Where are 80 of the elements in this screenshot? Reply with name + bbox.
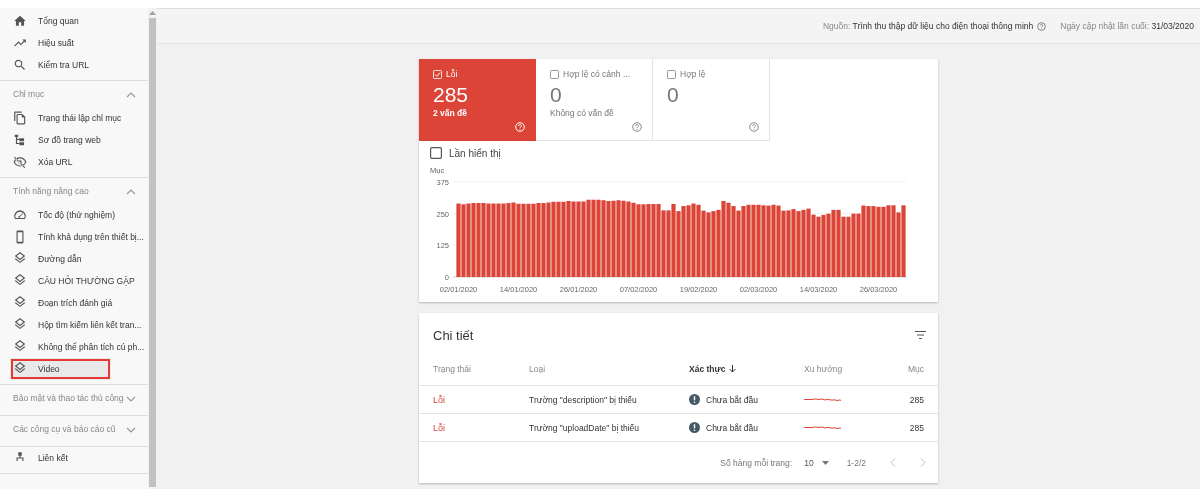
sidebar-item[interactable]: Video — [10, 358, 111, 380]
rows-per-page-label: Số hàng mỗi trang: — [720, 457, 793, 468]
scroll-up-arrow-icon[interactable] — [149, 10, 156, 16]
trend-sparkline — [804, 425, 841, 430]
card-value: 0 — [667, 84, 680, 106]
exclamation-icon — [689, 422, 700, 433]
caret-down-icon — [821, 460, 829, 465]
sidebar-item[interactable]: Xóa URL — [0, 151, 148, 173]
sidebar-item[interactable]: Hộp tìm kiếm liên kết tran... — [0, 314, 148, 336]
sitemap-icon — [13, 133, 27, 147]
source-text: Nguồn: Trình thu thập dữ liệu cho điện thoại thông minh — [822, 21, 1034, 31]
help-icon[interactable] — [1037, 21, 1047, 31]
rows-per-page-dropdown[interactable]: 10 — [804, 457, 829, 468]
sidebar-item[interactable]: Liên kết — [0, 447, 148, 469]
scrollbar[interactable] — [148, 8, 157, 489]
last-updated-text: Ngày cập nhật lần cuối: 31/03/2020 — [1060, 21, 1194, 31]
status-cell-text: Lỗi — [433, 422, 446, 433]
eye-off-icon — [13, 155, 27, 169]
column-header[interactable]: Mục — [907, 364, 924, 374]
column-header[interactable]: Trạng thái — [433, 364, 529, 374]
card-label: Hợp lệ — [680, 69, 706, 79]
layers-icon — [13, 340, 27, 354]
sidebar-item[interactable]: Hiệu suất — [0, 32, 148, 54]
help-icon[interactable] — [749, 122, 759, 132]
card-label: Hợp lệ có cảnh ... — [563, 69, 630, 79]
column-header[interactable]: Xác thực — [689, 364, 804, 374]
sidebar-item[interactable]: Đường dẫn — [0, 248, 148, 270]
items-cell: 285 — [909, 394, 924, 405]
section-title: Bảo mật và thao tác thủ công — [13, 392, 124, 405]
layers-icon — [13, 274, 27, 288]
sidebar-item[interactable]: CÂU HỎI THƯỜNG GẶP — [0, 270, 148, 292]
help-icon[interactable] — [632, 122, 642, 132]
validation-cell: Chưa bắt đầu — [706, 394, 758, 405]
status-card[interactable]: Hợp lệ có cảnh ... 0 Không có vấn đề — [536, 59, 653, 141]
checkbox-label: Lần hiển thị — [449, 147, 501, 159]
type-cell-text: Trường "description" bị thiếu — [529, 394, 638, 405]
layers-icon — [13, 318, 27, 332]
chevron-right-icon[interactable] — [920, 458, 926, 467]
checkbox[interactable] — [550, 69, 559, 79]
table-row[interactable]: Lỗi Trường "uploadDate" bị thiếu Chưa bắt đầu 285 — [419, 414, 938, 442]
column-header[interactable]: Xu hướng — [804, 364, 899, 374]
card-subtitle: 2 vấn đề — [433, 108, 469, 118]
checkbox[interactable] — [667, 69, 676, 79]
home-icon — [13, 14, 27, 28]
filter-icon[interactable] — [915, 331, 926, 339]
table-row[interactable]: Lỗi Trường "description" bị thiếu Chưa bắt đầu 285 — [419, 386, 938, 414]
sidebar-item[interactable]: Không thể phân tích cú ph... — [0, 336, 148, 358]
layers-icon — [13, 252, 27, 266]
sidebar-item[interactable]: Tốc độ (thử nghiệm) — [0, 204, 148, 226]
layers-icon — [13, 362, 27, 376]
validation-cell: Chưa bắt đầu — [706, 422, 758, 433]
sidebar-item[interactable]: Đoạn trích đánh giá — [0, 292, 148, 314]
exclamation-icon — [689, 394, 700, 405]
sidebar-item[interactable]: Tổng quan — [0, 10, 148, 32]
column-header[interactable]: Loại — [529, 364, 689, 374]
status-cell-text: Lỗi — [433, 394, 446, 405]
type-cell-text: Trường "uploadDate" bị thiếu — [529, 422, 641, 433]
chevron-left-icon[interactable] — [890, 458, 896, 467]
section-title: Các công cụ và báo cáo cũ — [13, 423, 116, 436]
card-label: Lỗi — [446, 69, 458, 79]
sidebar-item[interactable]: Kiểm tra URL — [0, 54, 148, 76]
card-value: 285 — [433, 84, 470, 106]
trend-sparkline — [804, 397, 841, 402]
page-range: 1-2/2 — [846, 457, 866, 468]
section-title: Tính năng nâng cao — [13, 185, 89, 198]
card-title: Chi tiết — [433, 327, 474, 343]
checkbox[interactable] — [430, 147, 442, 159]
arrow-down-icon — [729, 365, 737, 373]
status-card[interactable]: Hợp lệ 0 — [653, 59, 770, 141]
speedometer-icon — [13, 208, 27, 222]
pages-icon — [13, 111, 27, 125]
section-title: Chỉ mục — [13, 88, 45, 101]
sidebar-item[interactable]: Trạng thái lập chỉ mục — [0, 107, 148, 129]
card-subtitle: Không có vấn đề — [550, 108, 615, 118]
sidebar-item[interactable]: Sơ đồ trang web — [0, 129, 148, 151]
search-icon — [13, 58, 27, 72]
layers-icon — [13, 296, 27, 310]
sidebar-item[interactable]: Tính khả dụng trên thiết bị... — [0, 226, 148, 248]
card-value: 0 — [550, 84, 563, 106]
items-cell: 285 — [909, 422, 924, 433]
